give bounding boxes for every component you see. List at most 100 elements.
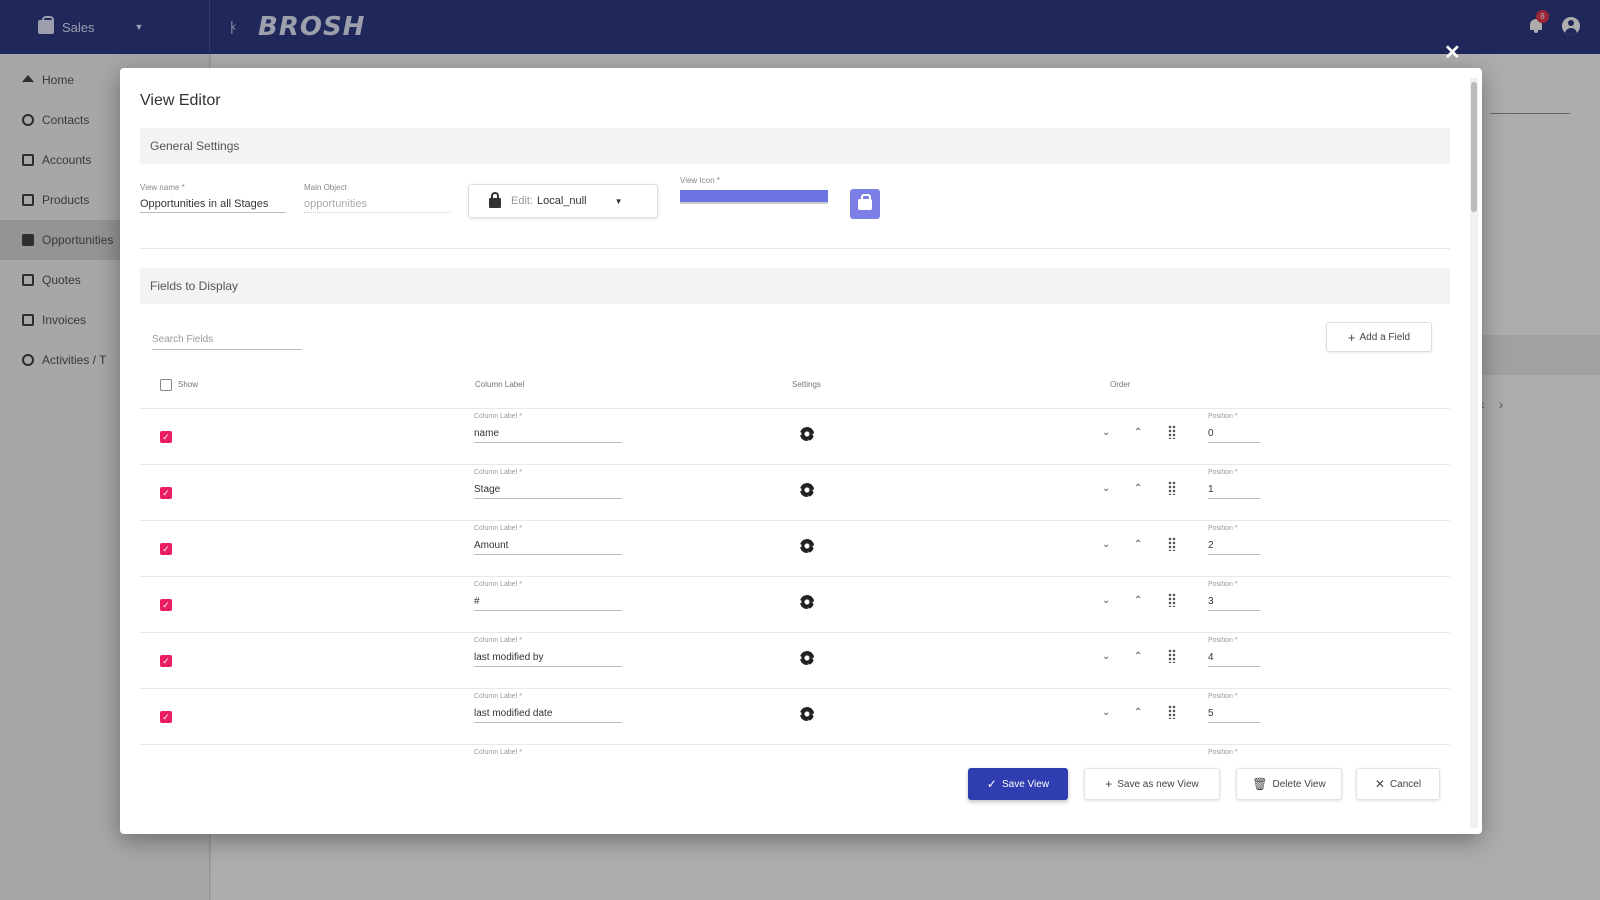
field-row: ✓ Column Label * last modified date ⌄ ⌃ P… xyxy=(140,688,1450,744)
chevron-up-icon[interactable]: ⌃ xyxy=(1134,427,1142,438)
gear-icon[interactable] xyxy=(800,651,814,665)
gear-icon[interactable] xyxy=(800,483,814,497)
drag-handle-icon[interactable] xyxy=(1168,481,1176,495)
chevron-down-icon[interactable]: ⌄ xyxy=(1102,651,1110,662)
column-label-field[interactable]: Column Label * last modified date xyxy=(474,693,622,723)
position-input[interactable]: 3 xyxy=(1208,593,1260,611)
position-field[interactable]: Position * 3 xyxy=(1208,581,1260,611)
position-field[interactable]: Position * 2 xyxy=(1208,525,1260,555)
select-all-checkbox[interactable] xyxy=(160,379,172,391)
column-label-field[interactable]: Column Label * last modified by xyxy=(474,637,622,667)
view-icon-field[interactable]: View Icon * xyxy=(680,176,828,204)
drag-handle-icon[interactable] xyxy=(1168,649,1176,663)
shopping-bag-icon xyxy=(858,194,872,210)
header-column-label: Column Label xyxy=(475,380,525,389)
position-input[interactable]: 0 xyxy=(1208,425,1260,443)
main-object-field: Main Object opportunities xyxy=(304,183,450,213)
view-icon-input[interactable] xyxy=(680,190,828,204)
field-row: ✓ Column Label * name ⌄ ⌃ Position * 0 xyxy=(140,408,1450,464)
caret-down-icon: ▼ xyxy=(614,196,623,206)
drag-handle-icon[interactable] xyxy=(1168,537,1176,551)
chevron-up-icon[interactable]: ⌃ xyxy=(1134,539,1142,550)
header-settings: Settings xyxy=(792,380,821,389)
view-name-label: View name * xyxy=(140,183,185,192)
position-field[interactable]: Position * xyxy=(1208,749,1260,761)
add-field-label: Add a Field xyxy=(1359,331,1411,343)
show-checkbox[interactable]: ✓ xyxy=(160,543,172,555)
locale-select[interactable]: Edit: Local_null ▼ xyxy=(468,184,658,218)
column-label-field[interactable]: Column Label * Stage xyxy=(474,469,622,499)
position-field[interactable]: Position * 1 xyxy=(1208,469,1260,499)
chevron-down-icon[interactable]: ⌄ xyxy=(1102,427,1110,438)
locale-prefix: Edit: xyxy=(511,195,534,207)
column-label-input[interactable]: last modified by xyxy=(474,649,622,667)
gear-icon[interactable] xyxy=(800,595,814,609)
add-field-button[interactable]: + Add a Field xyxy=(1326,322,1432,352)
check-icon: ✓ xyxy=(986,777,997,791)
delete-view-button[interactable]: 🗑 Delete View xyxy=(1236,768,1342,800)
dialog-title: View Editor xyxy=(140,92,221,109)
position-field[interactable]: Position * 4 xyxy=(1208,637,1260,667)
show-checkbox[interactable]: ✓ xyxy=(160,431,172,443)
lock-icon xyxy=(489,192,501,208)
position-field[interactable]: Position * 0 xyxy=(1208,413,1260,443)
main-object-label: Main Object xyxy=(304,183,347,192)
position-input[interactable]: 1 xyxy=(1208,481,1260,499)
chevron-up-icon[interactable]: ⌃ xyxy=(1134,595,1142,606)
chevron-up-icon[interactable]: ⌃ xyxy=(1134,707,1142,718)
save-as-new-view-button[interactable]: + Save as new View xyxy=(1084,768,1220,800)
gear-icon[interactable] xyxy=(800,427,814,441)
chevron-up-icon[interactable]: ⌃ xyxy=(1134,483,1142,494)
column-label-input[interactable]: # xyxy=(474,593,622,611)
dialog-scrollbar[interactable] xyxy=(1470,78,1478,828)
column-label-field[interactable]: Column Label * name xyxy=(474,413,622,443)
chevron-down-icon[interactable]: ⌄ xyxy=(1102,483,1110,494)
close-icon[interactable]: ✕ xyxy=(1444,40,1461,65)
view-name-input[interactable]: Opportunities in all Stages xyxy=(140,195,286,213)
position-input[interactable]: 5 xyxy=(1208,705,1260,723)
save-view-button[interactable]: ✓ Save View xyxy=(968,768,1068,800)
cancel-button[interactable]: ✕ Cancel xyxy=(1356,768,1440,800)
drag-handle-icon[interactable] xyxy=(1168,593,1176,607)
header-show: Show xyxy=(178,380,199,389)
view-icon-label: View Icon * xyxy=(680,176,720,185)
show-checkbox[interactable]: ✓ xyxy=(160,487,172,499)
general-settings-header: General Settings xyxy=(140,128,1450,164)
trash-icon: 🗑 xyxy=(1252,777,1268,791)
show-checkbox[interactable]: ✓ xyxy=(160,711,172,723)
gear-icon[interactable] xyxy=(800,707,814,721)
fields-to-display-header: Fields to Display xyxy=(140,268,1450,304)
close-icon: ✕ xyxy=(1374,777,1385,791)
chevron-down-icon[interactable]: ⌄ xyxy=(1102,707,1110,718)
chevron-up-icon[interactable]: ⌃ xyxy=(1134,651,1142,662)
field-row: ✓ Column Label * # ⌄ ⌃ Position * 3 xyxy=(140,576,1450,632)
field-row: ✓ Column Label * Stage ⌄ ⌃ Position * 1 xyxy=(140,464,1450,520)
column-label-input[interactable]: Stage xyxy=(474,481,622,499)
view-name-field[interactable]: View name * Opportunities in all Stages xyxy=(140,183,286,213)
header-order: Order xyxy=(1110,380,1131,389)
position-field[interactable]: Position * 5 xyxy=(1208,693,1260,723)
main-object-input: opportunities xyxy=(304,195,450,213)
plus-icon: + xyxy=(1347,329,1356,345)
field-row: ✓ Column Label * Amount ⌄ ⌃ Position * 2 xyxy=(140,520,1450,576)
chevron-down-icon[interactable]: ⌄ xyxy=(1102,539,1110,550)
column-label-field[interactable]: Column Label * Amount xyxy=(474,525,622,555)
view-editor-dialog: View Editor General Settings View name *… xyxy=(120,68,1482,834)
column-label-input[interactable]: Amount xyxy=(474,537,622,555)
column-label-field[interactable]: Column Label * # xyxy=(474,581,622,611)
drag-handle-icon[interactable] xyxy=(1168,425,1176,439)
chevron-down-icon[interactable]: ⌄ xyxy=(1102,595,1110,606)
position-input[interactable]: 4 xyxy=(1208,649,1260,667)
position-input[interactable]: 2 xyxy=(1208,537,1260,555)
search-fields-input[interactable]: Search Fields xyxy=(152,330,302,350)
column-label-input[interactable]: name xyxy=(474,425,622,443)
column-label-input[interactable]: last modified date xyxy=(474,705,622,723)
drag-handle-icon[interactable] xyxy=(1168,705,1176,719)
gear-icon[interactable] xyxy=(800,539,814,553)
field-row: ✓ Column Label * last modified by ⌄ ⌃ Pos… xyxy=(140,632,1450,688)
show-checkbox[interactable]: ✓ xyxy=(160,599,172,611)
divider xyxy=(140,248,1450,249)
icon-picker-button[interactable] xyxy=(850,189,880,219)
show-checkbox[interactable]: ✓ xyxy=(160,655,172,667)
column-label-field[interactable]: Column Label * xyxy=(474,749,622,761)
